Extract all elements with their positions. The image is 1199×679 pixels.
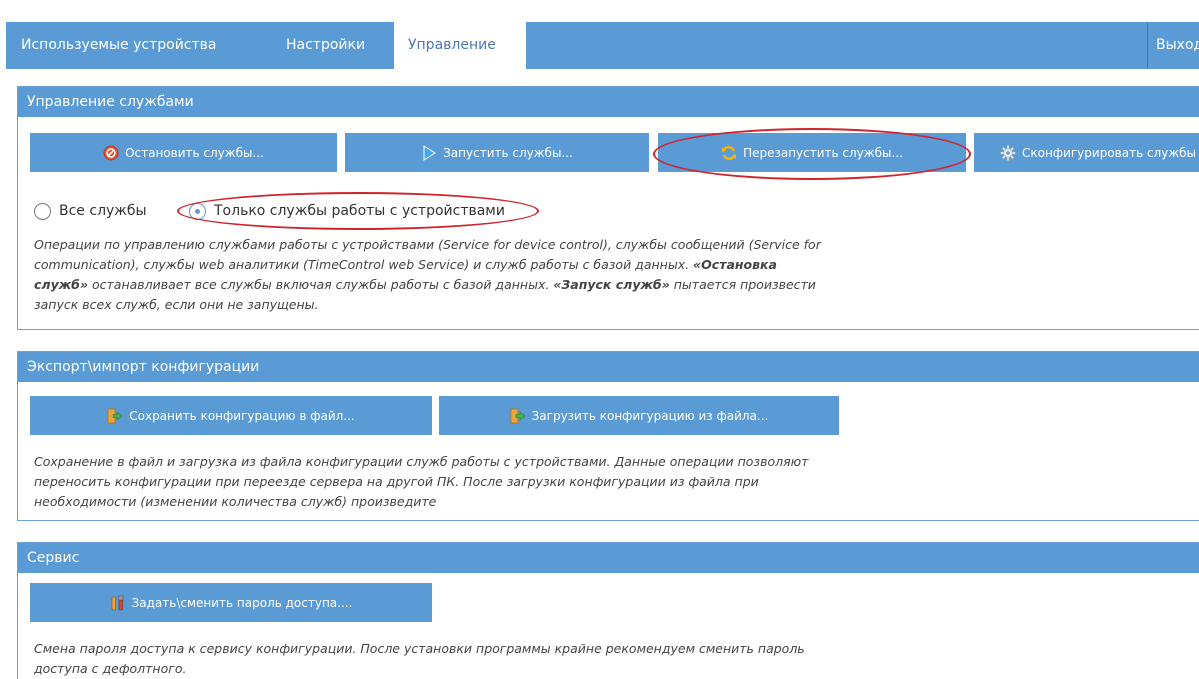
load-config-button[interactable]: Загрузить конфигурацию из файла... xyxy=(439,396,839,435)
services-panel-header: Управление службами xyxy=(18,87,1199,117)
radio-device-services-label: Только службы работы с устройствами xyxy=(214,203,505,219)
gear-icon xyxy=(1000,144,1016,161)
export-icon xyxy=(107,408,123,423)
set-password-button[interactable]: Задать\сменить пароль доступа.... xyxy=(30,583,432,622)
service-description: Смена пароля доступа к сервису конфигура… xyxy=(34,641,805,676)
tab-settings[interactable]: Настройки xyxy=(286,22,365,69)
tab-management[interactable]: Управление xyxy=(394,22,526,69)
services-desc-bold-start: «Запуск служб» xyxy=(553,277,670,292)
start-services-button[interactable]: Запустить службы... xyxy=(345,133,649,172)
top-nav-bar: Используемые устройства Настройки Управл… xyxy=(6,22,1199,69)
service-panel-header: Сервис xyxy=(18,543,1199,573)
radio-all-services-label: Все службы xyxy=(59,203,147,219)
tab-used-devices[interactable]: Используемые устройства xyxy=(21,22,216,69)
services-description: Операции по управлению службами работы с… xyxy=(34,235,824,327)
stop-icon xyxy=(103,145,119,160)
restart-services-label: Перезапустить службы... xyxy=(743,145,903,160)
stop-services-button[interactable]: Остановить службы... xyxy=(30,133,337,172)
configure-services-label: Сконфигурировать службы xyxy=(1022,145,1197,160)
export-panel-header: Экспорт\импорт конфигурации xyxy=(18,352,1199,382)
save-config-button[interactable]: Сохранить конфигурацию в файл... xyxy=(30,396,432,435)
stop-services-label: Остановить службы... xyxy=(125,145,264,160)
restart-services-button[interactable]: Перезапустить службы... xyxy=(658,133,966,172)
set-password-label: Задать\сменить пароль доступа.... xyxy=(131,595,353,610)
refresh-icon xyxy=(722,145,737,160)
start-services-label: Запустить службы... xyxy=(443,145,573,160)
load-config-label: Загрузить конфигурацию из файла... xyxy=(531,408,769,423)
radio-device-services[interactable]: Только службы работы с устройствами xyxy=(189,200,505,222)
play-icon xyxy=(423,144,437,161)
save-config-label: Сохранить конфигурацию в файл... xyxy=(129,408,355,423)
services-panel: Управление службами Остановить службы...… xyxy=(17,86,1199,330)
radio-device-services-circle[interactable] xyxy=(189,202,206,220)
exit-button[interactable]: Выход xyxy=(1147,22,1199,69)
tools-icon xyxy=(111,595,123,610)
radio-all-services-circle[interactable] xyxy=(34,202,51,220)
radio-all-services[interactable]: Все службы xyxy=(34,200,147,222)
export-description: Сохранение в файл и загрузка из файла ко… xyxy=(34,454,809,509)
export-panel: Экспорт\импорт конфигурации Сохранить ко… xyxy=(17,351,1199,521)
import-icon xyxy=(510,408,526,423)
service-panel: Сервис Задать\сменить пароль доступа....… xyxy=(17,542,1199,679)
configure-services-button[interactable]: Сконфигурировать службы xyxy=(974,133,1199,172)
services-desc-text-2: останавливает все службы включая службы … xyxy=(88,277,554,292)
